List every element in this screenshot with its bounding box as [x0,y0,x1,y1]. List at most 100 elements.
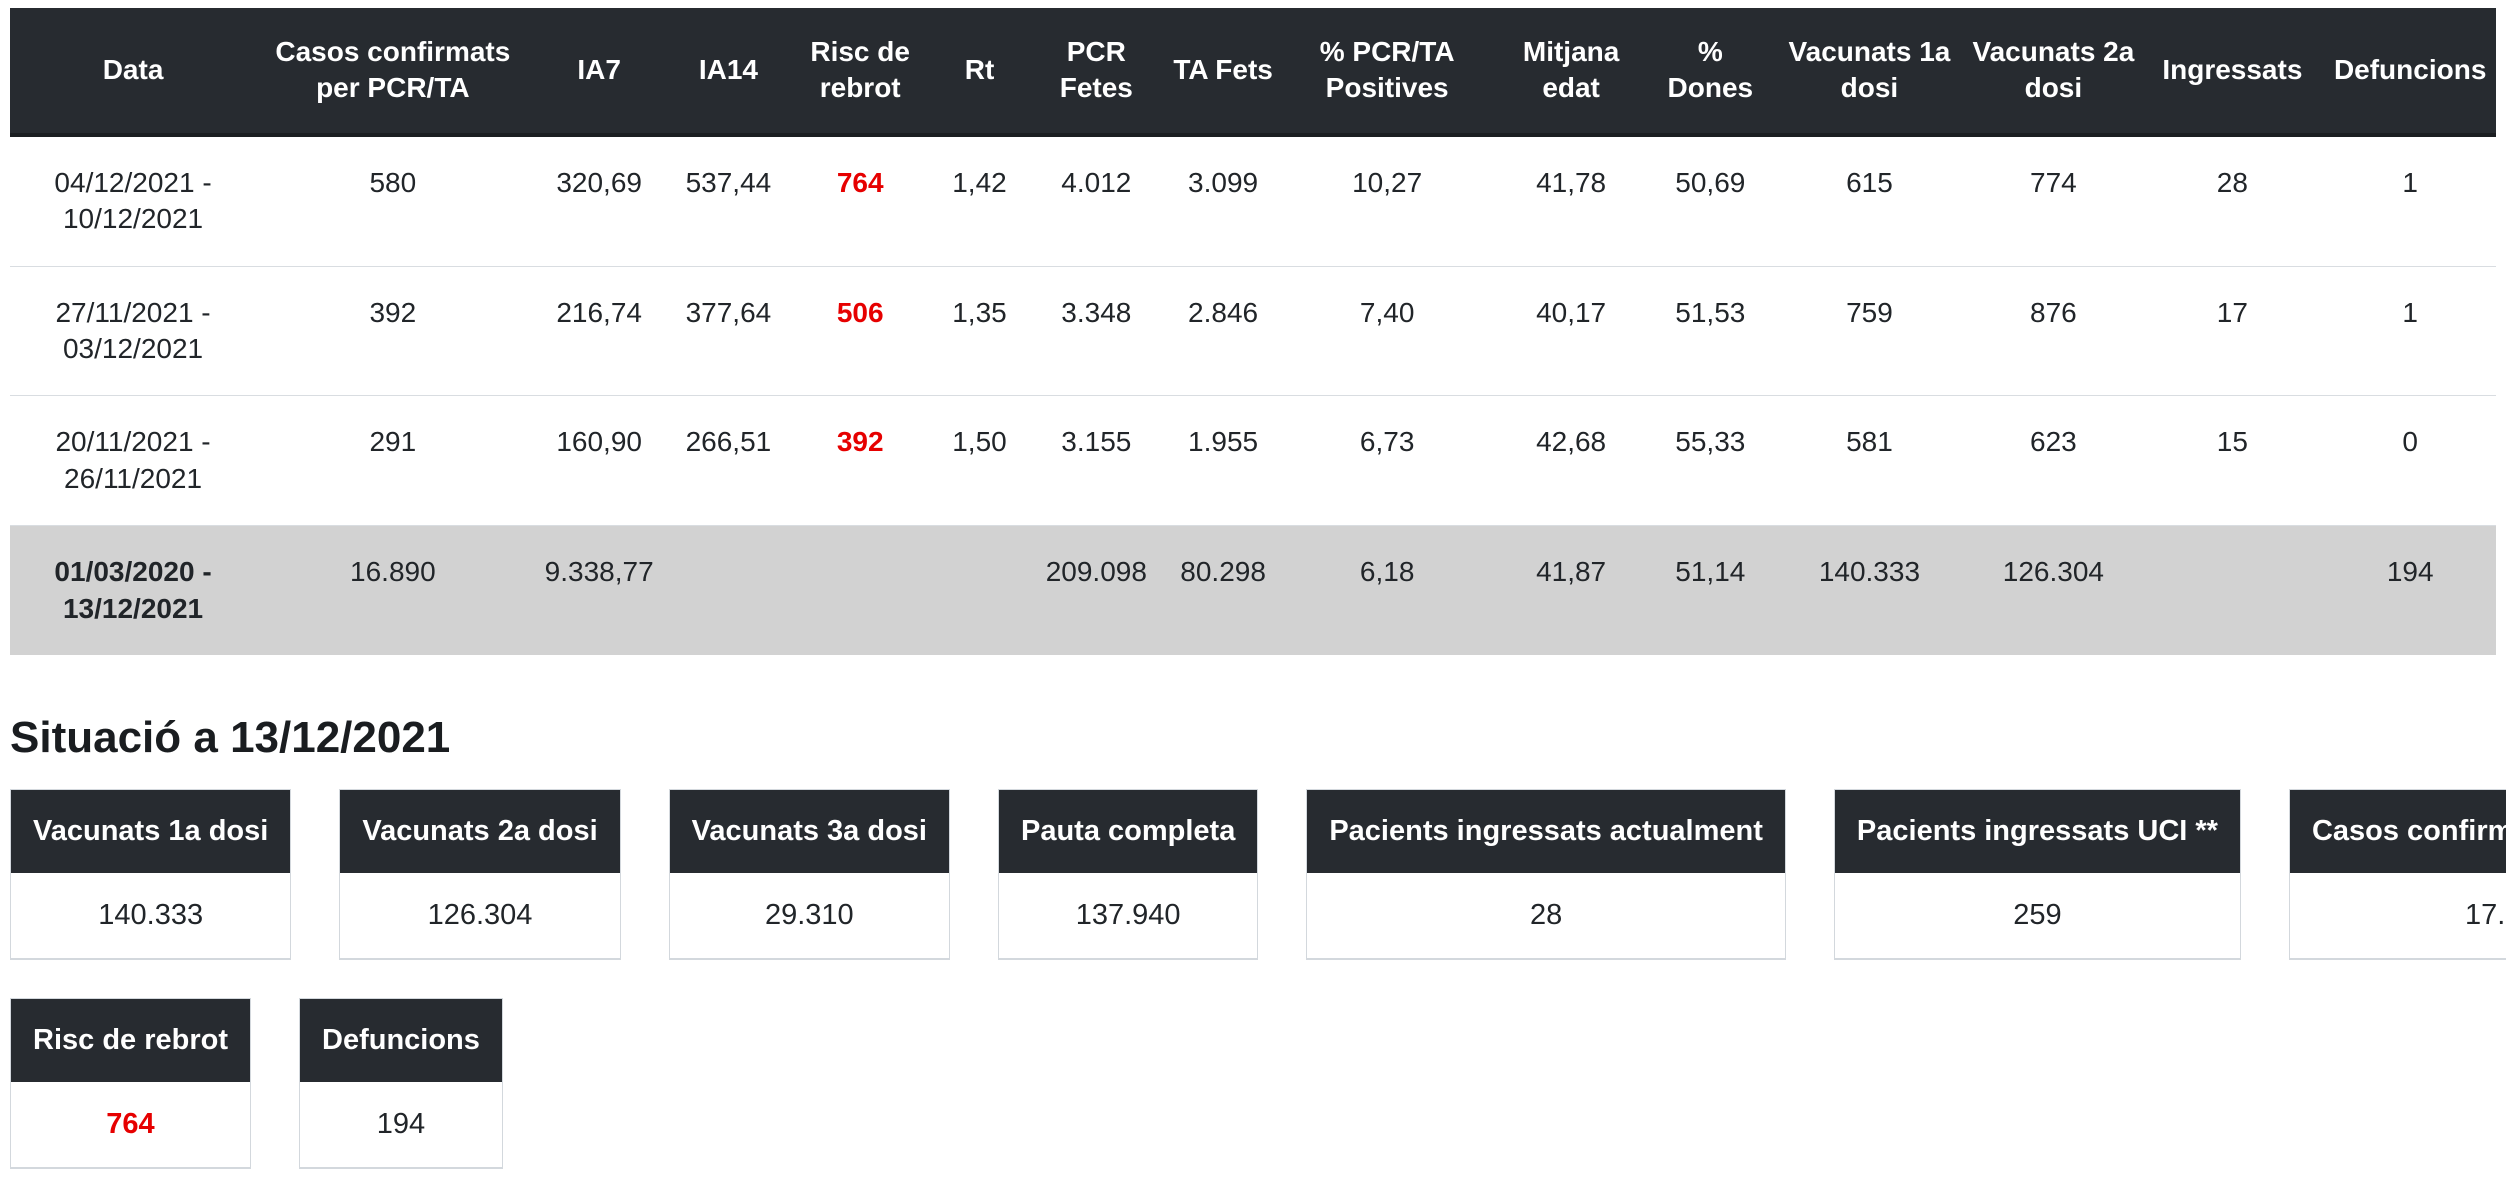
cell-ia7: 160,90 [530,396,669,526]
cell-risc-de-rebrot: 392 [788,396,932,526]
situation-title: Situació a 13/12/2021 [10,713,2496,763]
cell-vacunats-1a: 581 [1772,396,1966,526]
cell-pcr-ta-positives: 6,73 [1280,396,1494,526]
cell-ia7: 320,69 [530,135,669,266]
column-header-vacunats-2a-dosi: Vacunats 2a dosi [1966,8,2140,135]
cell-pcr-ta-positives: 10,27 [1280,135,1494,266]
table-row: 04/12/2021 - 10/12/2021 580 320,69 537,4… [10,135,2496,266]
stat-card-label: Risc de rebrot [11,999,250,1082]
column-header-pcr-fetes: PCR Fetes [1027,8,1166,135]
cell-ia14: 537,44 [669,135,788,266]
column-header-mitjana-edat: Mitjana edat [1494,8,1648,135]
cell-ia14: 377,64 [669,266,788,396]
cell-defuncions: 0 [2324,396,2496,526]
cell-dones: 50,69 [1648,135,1772,266]
cell-ia7: 9.338,77 [530,526,669,655]
column-header-ingressats: Ingressats [2140,8,2324,135]
cell-mitjana-edat: 40,17 [1494,266,1648,396]
cell-risc-de-rebrot: 764 [788,135,932,266]
stat-card-vacunats-1a-dosi: Vacunats 1a dosi 140.333 [10,789,291,960]
cell-ia14 [669,526,788,655]
cell-vacunats-2a: 623 [1966,396,2140,526]
cell-defuncions: 194 [2324,526,2496,655]
column-header-ia7: IA7 [530,8,669,135]
stat-card-label: Defuncions [300,999,502,1082]
cell-dones: 51,53 [1648,266,1772,396]
table-totals-row: 01/03/2020 - 13/12/2021 16.890 9.338,77 … [10,526,2496,655]
cell-vacunats-1a: 759 [1772,266,1966,396]
stat-card-defuncions: Defuncions 194 [299,998,503,1169]
cell-pcr-ta-positives: 6,18 [1280,526,1494,655]
cell-ingressats: 15 [2140,396,2324,526]
stat-card-risc-de-rebrot: Risc de rebrot 764 [10,998,251,1169]
cell-date: 27/11/2021 - 03/12/2021 [10,266,256,396]
cell-casos: 291 [256,396,529,526]
column-header-defuncions: Defuncions [2324,8,2496,135]
stat-card-label: Pauta completa [999,790,1257,873]
cell-risc-de-rebrot: 506 [788,266,932,396]
cell-pcr-fetes: 3.155 [1027,396,1166,526]
cell-ingressats: 17 [2140,266,2324,396]
cell-pcr-fetes: 209.098 [1027,526,1166,655]
stat-card-label: Vacunats 1a dosi [11,790,290,873]
stat-card-casos-confirmats-acumulats: Casos confirmats acumulats 17.459 [2289,789,2506,960]
column-header-data: Data [10,8,256,135]
cell-pcr-fetes: 3.348 [1027,266,1166,396]
cell-casos: 392 [256,266,529,396]
cell-pcr-ta-positives: 7,40 [1280,266,1494,396]
stat-card-value: 28 [1307,873,1785,958]
cell-vacunats-2a: 876 [1966,266,2140,396]
cell-date: 01/03/2020 - 13/12/2021 [10,526,256,655]
cell-ta-fets: 2.846 [1166,266,1280,396]
cell-rt: 1,50 [932,396,1026,526]
cell-ingressats [2140,526,2324,655]
stat-card-pauta-completa: Pauta completa 137.940 [998,789,1258,960]
stat-card-value: 137.940 [999,873,1257,958]
stat-card-label: Pacients ingressats actualment [1307,790,1785,873]
cell-rt: 1,35 [932,266,1026,396]
stat-card-label: Pacients ingressats UCI ** [1835,790,2240,873]
weekly-stats-table: Data Casos confirmats per PCR/TA IA7 IA1… [10,8,2496,655]
column-header-ia14: IA14 [669,8,788,135]
cell-casos: 580 [256,135,529,266]
table-header-row: Data Casos confirmats per PCR/TA IA7 IA1… [10,8,2496,135]
cell-ta-fets: 1.955 [1166,396,1280,526]
cell-vacunats-1a: 140.333 [1772,526,1966,655]
column-header-risc-de-rebrot: Risc de rebrot [788,8,932,135]
cell-ia7: 216,74 [530,266,669,396]
cell-vacunats-1a: 615 [1772,135,1966,266]
cell-vacunats-2a: 774 [1966,135,2140,266]
cell-ia14: 266,51 [669,396,788,526]
table-row: 20/11/2021 - 26/11/2021 291 160,90 266,5… [10,396,2496,526]
stat-card-label: Casos confirmats acumulats [2290,790,2506,873]
cell-mitjana-edat: 42,68 [1494,396,1648,526]
stat-card-value: 17.459 [2290,873,2506,958]
covid-dashboard: Data Casos confirmats per PCR/TA IA7 IA1… [0,0,2506,1199]
cell-ingressats: 28 [2140,135,2324,266]
stat-card-value: 764 [11,1082,250,1167]
stat-card-pacients-ingressats-actualment: Pacients ingressats actualment 28 [1306,789,1786,960]
stat-card-value: 259 [1835,873,2240,958]
stat-card-vacunats-3a-dosi: Vacunats 3a dosi 29.310 [669,789,950,960]
stat-card-value: 194 [300,1082,502,1167]
cell-ta-fets: 80.298 [1166,526,1280,655]
cell-casos: 16.890 [256,526,529,655]
cell-dones: 51,14 [1648,526,1772,655]
stat-card-value: 126.304 [340,873,619,958]
stat-cards-row-1: Vacunats 1a dosi 140.333 Vacunats 2a dos… [10,789,2496,960]
cell-defuncions: 1 [2324,135,2496,266]
stat-card-label: Vacunats 3a dosi [670,790,949,873]
column-header-casos-confirmats: Casos confirmats per PCR/TA [256,8,529,135]
stat-card-value: 140.333 [11,873,290,958]
stat-cards-row-2: Risc de rebrot 764 Defuncions 194 [10,998,2496,1169]
stat-card-label: Vacunats 2a dosi [340,790,619,873]
cell-date: 20/11/2021 - 26/11/2021 [10,396,256,526]
table-header: Data Casos confirmats per PCR/TA IA7 IA1… [10,8,2496,135]
cell-rt [932,526,1026,655]
cell-defuncions: 1 [2324,266,2496,396]
cell-date: 04/12/2021 - 10/12/2021 [10,135,256,266]
cell-pcr-fetes: 4.012 [1027,135,1166,266]
cell-ta-fets: 3.099 [1166,135,1280,266]
cell-rt: 1,42 [932,135,1026,266]
column-header-vacunats-1a-dosi: Vacunats 1a dosi [1772,8,1966,135]
